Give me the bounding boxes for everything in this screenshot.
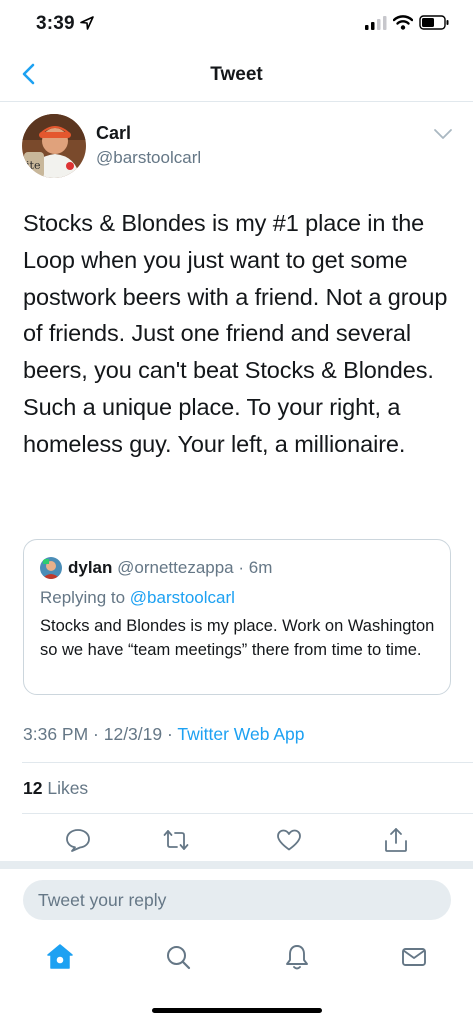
status-time: 3:39 xyxy=(36,13,75,34)
share-icon[interactable] xyxy=(382,826,410,854)
tweet-source-link[interactable]: Twitter Web App xyxy=(177,724,304,744)
tweet-actions xyxy=(0,822,473,858)
likes-count[interactable]: 12 Likes xyxy=(23,778,88,799)
quoted-tweet[interactable]: dylan @ornettezappa · 6m Replying to @ba… xyxy=(23,539,451,695)
page-title: Tweet xyxy=(210,64,263,85)
location-arrow-icon xyxy=(80,16,94,30)
replying-to: Replying to @barstoolcarl xyxy=(40,588,235,608)
quoted-author-name: dylan xyxy=(68,558,113,577)
svg-text:ite: ite xyxy=(26,159,40,172)
home-indicator xyxy=(152,1008,322,1013)
status-bar: 3:39 xyxy=(0,0,473,48)
reply-input[interactable]: Tweet your reply xyxy=(23,880,451,920)
home-icon[interactable] xyxy=(45,942,75,972)
tab-bar xyxy=(0,930,473,990)
quoted-author-avatar xyxy=(40,557,62,579)
likes-label: Likes xyxy=(42,778,89,798)
tweet-timestamp: 3:36 PM · 12/3/19 · xyxy=(23,724,178,744)
replying-to-handle[interactable]: @barstoolcarl xyxy=(130,588,235,607)
quoted-tweet-text: Stocks and Blondes is my place. Work on … xyxy=(40,617,435,659)
author-name[interactable]: Carl xyxy=(96,123,131,144)
reply-placeholder: Tweet your reply xyxy=(38,890,167,910)
search-icon[interactable] xyxy=(163,942,193,972)
retweet-icon[interactable] xyxy=(162,826,190,854)
divider xyxy=(22,762,473,763)
author-handle[interactable]: @barstoolcarl xyxy=(96,148,201,168)
quoted-author-handle-time: @ornettezappa · 6m xyxy=(112,558,273,577)
cellular-signal-icon xyxy=(365,15,387,30)
battery-icon xyxy=(419,15,449,30)
quoted-tweet-header: dylan @ornettezappa · 6m xyxy=(68,558,272,578)
messages-envelope-icon[interactable] xyxy=(399,942,429,972)
heart-icon[interactable] xyxy=(275,826,303,854)
chevron-down-icon[interactable] xyxy=(432,126,454,142)
divider xyxy=(22,813,473,814)
replying-to-prefix: Replying to xyxy=(40,588,130,607)
status-icons xyxy=(365,15,449,30)
reply-icon[interactable] xyxy=(64,826,92,854)
notifications-bell-icon[interactable] xyxy=(282,942,312,972)
tweet-text: Stocks & Blondes is my #1 place in the L… xyxy=(23,210,448,457)
likes-number: 12 xyxy=(23,778,43,798)
wifi-icon xyxy=(393,15,413,30)
tweet-metadata: 3:36 PM · 12/3/19 · Twitter Web App xyxy=(23,724,304,745)
navigation-bar: Tweet xyxy=(0,48,473,102)
author-avatar[interactable]: ite xyxy=(22,114,86,178)
section-divider xyxy=(0,861,473,869)
